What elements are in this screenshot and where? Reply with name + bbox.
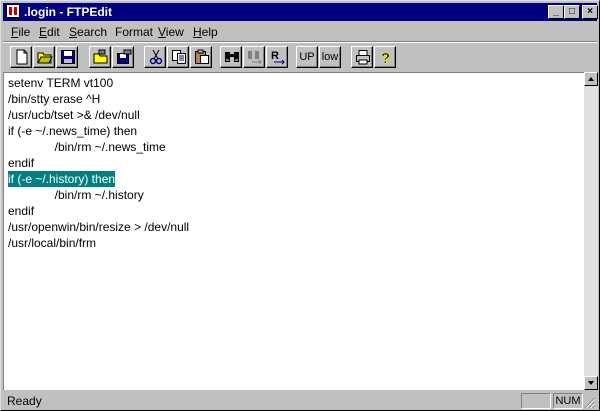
help-button[interactable]: ? xyxy=(374,46,396,68)
copy-icon xyxy=(172,50,186,64)
scroll-down-button[interactable] xyxy=(584,376,598,390)
menu-search[interactable]: Search xyxy=(69,24,107,40)
new-file-button[interactable] xyxy=(10,46,32,68)
status-bar: Ready NUM xyxy=(3,392,597,410)
editor-line[interactable]: /usr/local/bin/frm xyxy=(8,235,96,251)
menu-edit-label: dit xyxy=(47,25,60,39)
open-button[interactable] xyxy=(33,46,55,68)
menu-help[interactable]: Help xyxy=(193,24,218,40)
editor-line[interactable]: setenv TERM vt100 xyxy=(8,75,113,91)
print-icon xyxy=(356,50,370,65)
menu-view-label: iew xyxy=(165,25,184,39)
title-bar[interactable]: .login - FTPEdit _ □ × xyxy=(3,3,598,21)
editor-line[interactable]: if (-e ~/.news_time) then xyxy=(8,123,137,139)
print-button[interactable] xyxy=(351,46,373,68)
menu-help-label: elp xyxy=(201,25,218,39)
cut-button[interactable] xyxy=(144,46,166,68)
find-button[interactable] xyxy=(220,46,242,68)
menu-file[interactable]: File xyxy=(11,24,30,40)
uppercase-button[interactable]: UP xyxy=(296,46,318,68)
save-button[interactable] xyxy=(56,46,78,68)
editor-line[interactable]: endif xyxy=(8,203,34,219)
status-panel-blank xyxy=(521,393,551,409)
paste-button[interactable] xyxy=(190,46,212,68)
menu-search-accel: S xyxy=(69,25,78,39)
scroll-down-arrow-icon xyxy=(588,381,594,385)
editor-line[interactable]: endif xyxy=(8,155,34,171)
find-binoculars-icon xyxy=(225,52,239,62)
ftpedit-window: .login - FTPEdit _ □ × File Edit Search … xyxy=(0,0,600,411)
menu-file-label: ile xyxy=(18,25,31,39)
editor-line[interactable]: /usr/openwin/bin/resize > /dev/null xyxy=(8,219,189,235)
new-file-icon xyxy=(16,49,28,65)
menu-edit[interactable]: Edit xyxy=(39,24,60,40)
num-lock-indicator: NUM xyxy=(553,393,583,409)
editor-line[interactable]: /bin/rm ~/.history xyxy=(8,187,144,203)
menu-format[interactable]: Format xyxy=(115,24,153,40)
editor-line-selected[interactable]: if (-e ~/.history) then xyxy=(8,171,116,187)
find-next-button[interactable] xyxy=(243,46,265,68)
resize-grip-icon[interactable] xyxy=(584,397,596,409)
replace-icon: R xyxy=(271,50,286,65)
toolbar-separator xyxy=(3,41,597,43)
editor-line[interactable]: /usr/ucb/tset >& /dev/null xyxy=(8,107,140,123)
editor-line[interactable]: /bin/rm ~/.news_time xyxy=(8,139,166,155)
lowercase-button[interactable]: low xyxy=(319,46,341,68)
window-title: .login - FTPEdit xyxy=(24,5,112,19)
ftp-open-icon xyxy=(93,49,108,64)
save-disk-icon xyxy=(61,50,75,64)
cut-icon xyxy=(149,49,163,65)
ftp-save-icon xyxy=(117,49,132,64)
uppercase-label: UP xyxy=(299,51,315,63)
text-editor[interactable]: setenv TERM vt100 /bin/stty erase ^H /us… xyxy=(3,72,584,390)
svg-text:?: ? xyxy=(381,50,390,65)
menu-bar: File Edit Search Format View Help xyxy=(3,22,597,41)
scroll-up-button[interactable] xyxy=(584,72,598,86)
status-text: Ready xyxy=(7,394,42,408)
ftp-save-button[interactable] xyxy=(112,46,134,68)
open-folder-icon xyxy=(37,52,53,64)
replace-button[interactable]: R xyxy=(266,46,288,68)
copy-button[interactable] xyxy=(167,46,189,68)
close-button[interactable]: × xyxy=(582,5,598,19)
menu-help-accel: H xyxy=(193,25,202,39)
ftp-open-button[interactable] xyxy=(89,46,111,68)
menu-view-accel: V xyxy=(158,25,166,39)
app-icon[interactable] xyxy=(6,4,20,18)
maximize-button[interactable]: □ xyxy=(564,5,580,19)
help-icon: ? xyxy=(381,50,391,65)
menu-view[interactable]: View xyxy=(158,24,184,40)
editor-line[interactable]: /bin/stty erase ^H xyxy=(8,91,100,107)
lowercase-label: low xyxy=(321,51,339,63)
menu-edit-accel: E xyxy=(39,25,48,39)
svg-text:R: R xyxy=(271,50,279,62)
find-next-icon xyxy=(248,51,263,65)
menu-format-label: Format xyxy=(115,25,154,39)
menu-search-label: earch xyxy=(77,25,108,39)
vertical-scrollbar[interactable] xyxy=(584,72,598,390)
minimize-button[interactable]: _ xyxy=(548,5,564,19)
paste-icon xyxy=(195,49,209,64)
scroll-up-arrow-icon xyxy=(588,77,594,81)
